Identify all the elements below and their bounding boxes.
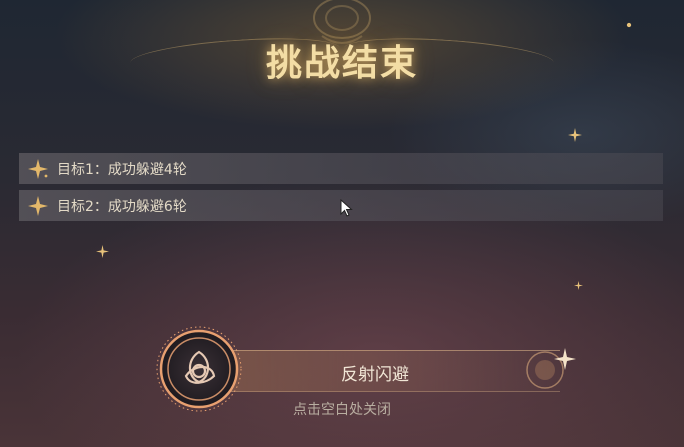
- star-icon: [28, 195, 48, 216]
- star-icon: [28, 158, 48, 179]
- sparkle-icon: [96, 245, 109, 258]
- sparkle-icon: [574, 281, 583, 290]
- reward-name: 反射闪避: [341, 365, 409, 385]
- page-title: 挑战结束: [265, 43, 418, 84]
- objective-label: 目标1：成功躲避4轮: [57, 161, 187, 178]
- sparkle-icon: [568, 128, 582, 142]
- close-hint-text[interactable]: 点击空白处关闭: [0, 399, 684, 419]
- glow-orb-decoration: [526, 348, 576, 389]
- sparkle-icon: [626, 22, 632, 28]
- mouse-cursor-icon: [340, 199, 353, 217]
- objective-label: 目标2：成功躲避6轮: [57, 198, 187, 215]
- reward-item[interactable]: 反射闪避: [150, 320, 590, 412]
- objective-row-1: 目标1：成功躲避4轮: [19, 153, 663, 184]
